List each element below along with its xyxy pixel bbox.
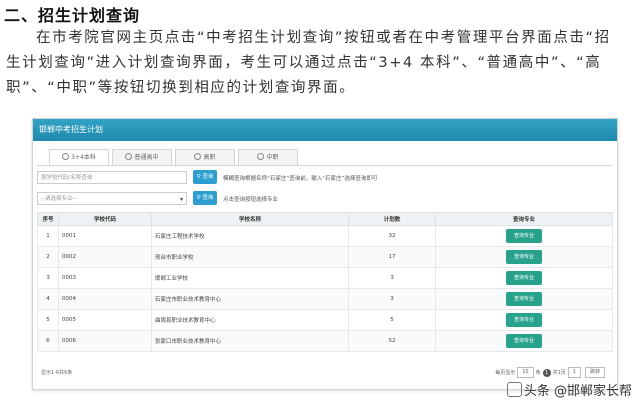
- cell-code: 0004: [58, 288, 152, 310]
- per-page-unit: 条: [535, 370, 541, 376]
- goto-button[interactable]: 跳转: [584, 367, 605, 378]
- cell-no: 6: [37, 330, 59, 352]
- cell-name: 邯郸工业学校: [151, 267, 349, 289]
- plan-table: 序号 学校代码 学校名称 计划数 查询专业 1 0001 石家庄工程技术学校 3…: [37, 212, 613, 352]
- goto-page-input[interactable]: 1: [567, 367, 581, 378]
- query-major-button[interactable]: 查询专业: [506, 229, 542, 243]
- cell-no: 4: [37, 288, 59, 310]
- cell-action: 查询专业: [435, 267, 613, 289]
- cell-code: 0005: [58, 309, 152, 331]
- tab-icon: [257, 153, 265, 160]
- query-button[interactable]: ⚲ 查询: [193, 170, 217, 184]
- cell-code: 0002: [58, 246, 152, 268]
- page-total: 共1页: [552, 370, 566, 376]
- cell-action: 查询专业: [435, 225, 613, 247]
- cell-plan: 3: [348, 267, 436, 289]
- school-search-input[interactable]: 按学校代码/名称查询: [37, 171, 187, 184]
- embedded-screenshot: 邯郸中考招生计划 3+4本科 普通高中 高职 中职 按学校代码/名称查询 ⚲ 查…: [32, 118, 618, 390]
- cell-name: 张家口市职业技术教育中心: [151, 330, 349, 352]
- cell-no: 5: [37, 309, 59, 331]
- query-major-button[interactable]: 查询专业: [506, 334, 542, 348]
- column-header: 学校名称: [151, 212, 349, 226]
- query-button-2[interactable]: ⚲ 查询: [193, 191, 217, 205]
- cell-name: 邢台市职业学校: [151, 246, 349, 268]
- column-header: 学校代码: [58, 212, 152, 226]
- cell-no: 3: [37, 267, 59, 289]
- cell-no: 1: [37, 225, 59, 247]
- column-header: 序号: [37, 212, 59, 226]
- tab-icon: [62, 153, 70, 160]
- query-major-button[interactable]: 查询专业: [506, 250, 542, 264]
- tab-3plus4[interactable]: 3+4本科: [49, 149, 109, 166]
- article-heading: 二、招生计划查询: [4, 6, 141, 25]
- major-select[interactable]: --请选择专业-- ▾: [37, 192, 187, 205]
- chevron-down-icon: ▾: [179, 196, 183, 203]
- cell-name: 石家庄工程技术学校: [151, 225, 349, 247]
- tab-icon: [125, 153, 133, 160]
- page-current[interactable]: 1: [542, 368, 551, 377]
- tab-icon: [194, 153, 202, 160]
- per-page-select[interactable]: 10: [517, 367, 534, 378]
- cell-action: 查询专业: [435, 309, 613, 331]
- table-row: 4 0004 石家庄市职业技术教育中心 3 查询专业: [37, 288, 613, 310]
- table-row: 5 0005 曲周县职业技术教育中心 5 查询专业: [37, 309, 613, 331]
- cell-action: 查询专业: [435, 288, 613, 310]
- per-page-label: 每页显示: [495, 370, 516, 376]
- table-row: 1 0001 石家庄工程技术学校 32 查询专业: [37, 225, 613, 247]
- pagination: 每页显示 10 条 1 共1页 1 跳转: [495, 367, 607, 378]
- search-icon: ⚲: [196, 174, 201, 180]
- tab-vocational-college[interactable]: 高职: [175, 149, 235, 165]
- query-major-button[interactable]: 查询专业: [506, 313, 542, 327]
- cell-action: 查询专业: [435, 330, 613, 352]
- screenshot-header: 邯郸中考招生计划: [33, 119, 617, 141]
- table-row: 6 0006 张家口市职业技术教育中心 52 查询专业: [37, 330, 613, 352]
- cell-no: 2: [37, 246, 59, 268]
- record-count: 显示1-6共6条: [41, 370, 73, 376]
- cell-name: 曲周县职业技术教育中心: [151, 309, 349, 331]
- select-hint: 点击查询按钮选择专业: [223, 197, 279, 203]
- search-icon: ⚲: [196, 195, 201, 201]
- cell-code: 0001: [58, 225, 152, 247]
- tab-vocational-school[interactable]: 中职: [238, 149, 298, 165]
- cell-plan: 52: [348, 330, 436, 352]
- watermark: 头条 @邯郸家长帮: [506, 380, 632, 399]
- query-major-button[interactable]: 查询专业: [506, 292, 542, 306]
- cell-plan: 32: [348, 225, 436, 247]
- article-paragraph: 在市考院官网主页点击“中考招生计划查询”按钮或者在中考管理平台界面点击“招生计划…: [6, 30, 611, 96]
- tab-divider: [37, 165, 613, 166]
- table-row: 3 0003 邯郸工业学校 3 查询专业: [37, 267, 613, 289]
- cell-name: 石家庄市职业技术教育中心: [151, 288, 349, 310]
- app-logo-icon: [506, 382, 522, 397]
- cell-plan: 17: [348, 246, 436, 268]
- tab-bar: 3+4本科 普通高中 高职 中职: [49, 149, 301, 166]
- query-major-button[interactable]: 查询专业: [506, 271, 542, 285]
- cell-code: 0006: [58, 330, 152, 352]
- cell-action: 查询专业: [435, 246, 613, 268]
- cell-plan: 5: [348, 309, 436, 331]
- tab-high-school[interactable]: 普通高中: [112, 149, 172, 165]
- column-header: 计划数: [348, 212, 436, 226]
- cell-code: 0003: [58, 267, 152, 289]
- search-hint: 模糊查询根据名称“石家庄”查询前，输入“石家庄”选择查询即可: [223, 176, 378, 182]
- cell-plan: 3: [348, 288, 436, 310]
- table-row: 2 0002 邢台市职业学校 17 查询专业: [37, 246, 613, 268]
- column-header: 查询专业: [435, 212, 613, 226]
